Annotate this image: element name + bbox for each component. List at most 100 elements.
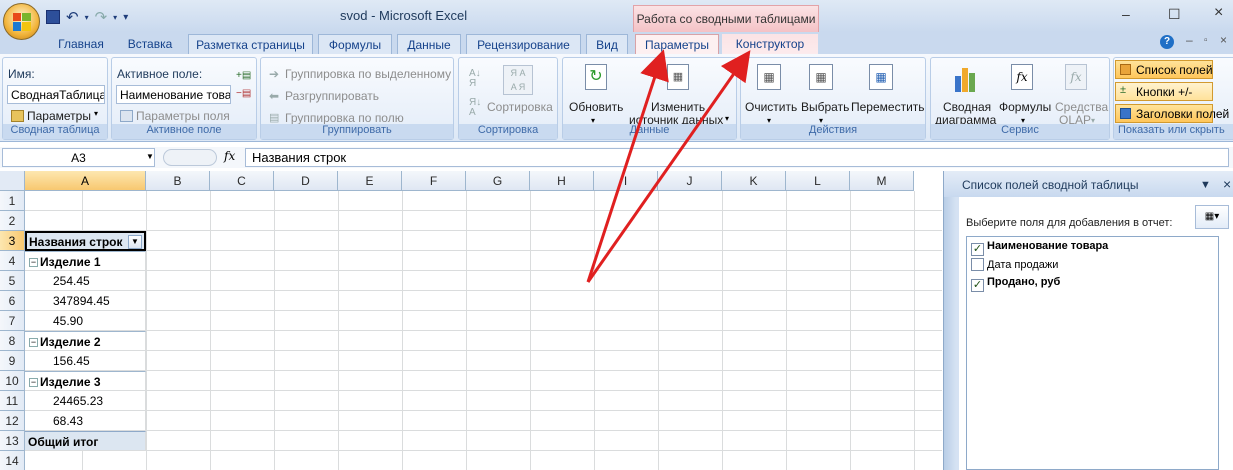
name-box[interactable]: A3 [2,148,155,167]
row-header-12[interactable]: 12 [0,411,25,431]
collapse-field-icon[interactable]: −▤ [236,88,251,99]
tab-review[interactable]: Рецензирование [466,34,581,54]
column-header-l[interactable]: L [786,171,850,191]
row-header-10[interactable]: 10 [0,371,25,391]
tab-pivot-design[interactable]: Конструктор [722,34,818,54]
tab-home[interactable]: Главная [52,34,110,54]
cell-grid[interactable] [25,191,942,470]
customize-qat-icon[interactable]: ▾ [123,12,128,23]
change-source-button-line1[interactable]: Изменить [651,100,705,114]
checkbox-checked-icon[interactable]: ✓ [971,279,984,292]
field-item[interactable]: ✓ Наименование товара [971,240,1108,256]
pivot-options-button[interactable]: Параметры [27,109,91,123]
select-button[interactable]: Выбрать [801,100,849,114]
select-all-corner[interactable] [0,171,25,191]
tab-insert[interactable]: Вставка [120,34,180,54]
close-button[interactable]: × [1214,4,1223,22]
tab-page-layout[interactable]: Разметка страницы [188,34,313,54]
redo-dropdown-icon[interactable]: ▾ [113,13,117,22]
column-header-c[interactable]: C [210,171,274,191]
formula-expand-handle[interactable] [163,149,217,166]
row-header-6[interactable]: 6 [0,291,25,311]
row-header-5[interactable]: 5 [0,271,25,291]
ribbon-minimize-icon[interactable]: – [1186,33,1193,47]
checkbox-unchecked-icon[interactable] [971,258,984,271]
change-source-dropdown-icon[interactable]: ▾ [725,114,729,123]
filter-dropdown-icon[interactable]: ▼ [128,235,142,249]
checkbox-checked-icon[interactable]: ✓ [971,243,984,256]
tab-pivot-options[interactable]: Параметры [635,34,719,54]
row-header-9[interactable]: 9 [0,351,25,371]
collapse-minus-icon[interactable]: − [29,338,38,347]
pivot-chart-button-line1[interactable]: Сводная [943,100,991,114]
column-header-e[interactable]: E [338,171,402,191]
column-header-h[interactable]: H [530,171,594,191]
sort-az-icon[interactable]: A↓ Я [469,69,481,89]
save-icon[interactable] [46,10,60,24]
undo-dropdown-icon[interactable]: ▾ [85,13,89,22]
ribbon-restore-icon[interactable]: ▫ [1204,35,1208,46]
row-header-8[interactable]: 8 [0,331,25,351]
row-header-14[interactable]: 14 [0,451,25,470]
olap-button-line1[interactable]: Средства [1055,100,1108,114]
pivot-value-row[interactable]: 45.90 [25,311,146,331]
tab-formulas[interactable]: Формулы [318,34,392,54]
column-header-i[interactable]: I [594,171,658,191]
column-header-f[interactable]: F [402,171,466,191]
office-button[interactable] [3,3,40,40]
row-header-7[interactable]: 7 [0,311,25,331]
row-header-4[interactable]: 4 [0,251,25,271]
redo-icon[interactable]: ↷ [95,8,108,26]
pivot-group-row[interactable]: − Изделие 2 [25,331,146,351]
pane-splitter[interactable] [944,171,956,470]
pivot-name-input[interactable]: СводнаяТаблица1 [7,85,105,104]
insert-function-icon[interactable]: fx [224,149,235,163]
field-list-toggle[interactable]: Список полей [1115,60,1213,79]
pivot-value-row[interactable]: 24465.23 [25,391,146,411]
ribbon-close-icon[interactable]: × [1220,33,1227,47]
collapse-minus-icon[interactable]: − [29,378,38,387]
pane-close-icon[interactable]: × [1223,176,1231,192]
sort-button[interactable]: Сортировка [487,100,553,114]
group-selection-button[interactable]: Группировка по выделенному [285,67,451,81]
pane-options-icon[interactable]: ▼ [1200,179,1211,191]
name-box-dropdown-icon[interactable]: ▼ [146,152,154,161]
pivot-value-row[interactable]: 254.45 [25,271,146,291]
row-header-1[interactable]: 1 [0,191,25,211]
sort-za-icon[interactable]: Я↓ A [469,98,481,118]
group-field-button[interactable]: Группировка по полю [285,111,404,125]
collapse-minus-icon[interactable]: − [29,258,38,267]
ungroup-button[interactable]: Разгруппировать [285,89,379,103]
row-header-2[interactable]: 2 [0,211,25,231]
worksheet-grid[interactable]: ABCDEFGHIJKLM 1 2 3 4 5 6 7 8 9 10 11 12 13 14 ▼ Назва… [0,171,942,470]
pivot-value-row[interactable]: 68.43 [25,411,146,431]
row-header-13[interactable]: 13 [0,431,25,451]
column-header-a[interactable]: A [25,171,146,191]
row-header-3[interactable]: 3 [0,231,25,251]
help-icon[interactable]: ? [1160,35,1174,49]
row-header-11[interactable]: 11 [0,391,25,411]
tab-view[interactable]: Вид [586,34,628,54]
clear-button[interactable]: Очистить [745,100,797,114]
field-settings-button[interactable]: Параметры поля [136,109,230,123]
minimize-button[interactable]: – [1122,6,1130,22]
expand-field-icon[interactable]: +▤ [236,70,251,81]
pivot-value-row[interactable]: 347894.45 [25,291,146,311]
column-header-j[interactable]: J [658,171,722,191]
formulas-button[interactable]: Формулы [999,100,1051,114]
pivot-group-row[interactable]: − Изделие 1 [25,251,146,271]
field-item[interactable]: ✓ Продано, руб [971,276,1060,292]
pivot-value-row[interactable]: 156.45 [25,351,146,371]
pivot-options-dropdown-icon[interactable]: ▾ [94,109,98,118]
maximize-button[interactable]: ☐ [1168,6,1181,23]
column-header-d[interactable]: D [274,171,338,191]
undo-icon[interactable]: ↶ [66,8,79,26]
column-header-k[interactable]: K [722,171,786,191]
pivot-grand-total[interactable]: Общий итог [25,431,146,451]
refresh-button[interactable]: Обновить [569,100,623,114]
active-field-input[interactable]: Наименование товара [116,85,231,104]
column-header-m[interactable]: M [850,171,914,191]
field-item[interactable]: Дата продажи [971,258,1058,271]
tab-data[interactable]: Данные [397,34,461,54]
formula-input[interactable]: Названия строк [245,148,1229,167]
